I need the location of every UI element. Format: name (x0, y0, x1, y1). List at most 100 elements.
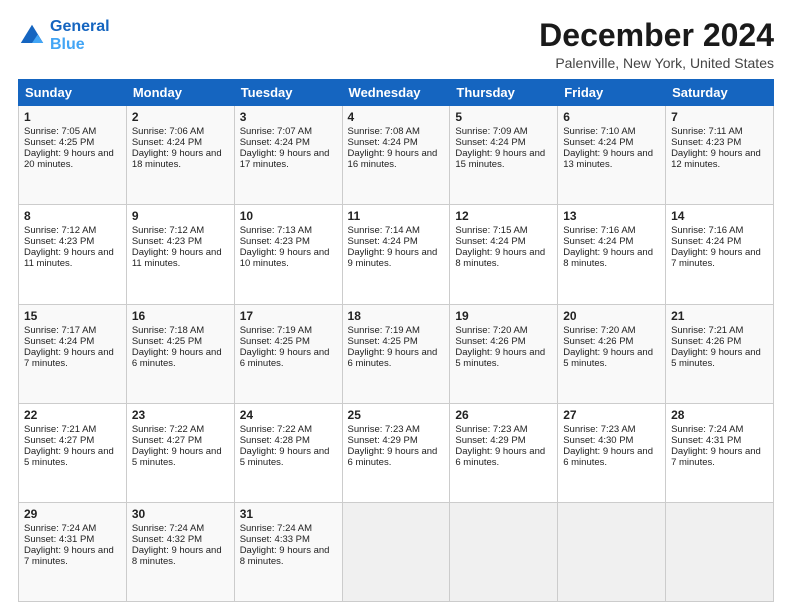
day-number: 5 (455, 110, 552, 124)
table-cell (666, 502, 774, 601)
header-saturday: Saturday (666, 80, 774, 106)
sunset-label: Sunset: 4:24 PM (348, 236, 418, 247)
header-thursday: Thursday (450, 80, 558, 106)
day-number: 9 (132, 209, 229, 223)
sunrise-label: Sunrise: 7:24 AM (132, 523, 204, 534)
table-cell: 19 Sunrise: 7:20 AM Sunset: 4:26 PM Dayl… (450, 304, 558, 403)
sunset-label: Sunset: 4:23 PM (24, 236, 94, 247)
daylight-label: Daylight: 9 hours and 11 minutes. (24, 247, 114, 269)
table-cell: 11 Sunrise: 7:14 AM Sunset: 4:24 PM Dayl… (342, 205, 450, 304)
table-cell: 17 Sunrise: 7:19 AM Sunset: 4:25 PM Dayl… (234, 304, 342, 403)
daylight-label: Daylight: 9 hours and 17 minutes. (240, 148, 330, 170)
day-number: 2 (132, 110, 229, 124)
sunset-label: Sunset: 4:32 PM (132, 534, 202, 545)
table-cell (558, 502, 666, 601)
daylight-label: Daylight: 9 hours and 16 minutes. (348, 148, 438, 170)
daylight-label: Daylight: 9 hours and 8 minutes. (132, 545, 222, 567)
table-cell: 15 Sunrise: 7:17 AM Sunset: 4:24 PM Dayl… (19, 304, 127, 403)
sunset-label: Sunset: 4:24 PM (24, 336, 94, 347)
sunrise-label: Sunrise: 7:24 AM (240, 523, 312, 534)
sunset-label: Sunset: 4:23 PM (132, 236, 202, 247)
table-cell: 7 Sunrise: 7:11 AM Sunset: 4:23 PM Dayli… (666, 106, 774, 205)
daylight-label: Daylight: 9 hours and 11 minutes. (132, 247, 222, 269)
sunset-label: Sunset: 4:24 PM (671, 236, 741, 247)
sunrise-label: Sunrise: 7:19 AM (240, 325, 312, 336)
sunrise-label: Sunrise: 7:16 AM (671, 225, 743, 236)
day-number: 30 (132, 507, 229, 521)
sunset-label: Sunset: 4:24 PM (240, 137, 310, 148)
header: General Blue December 2024 Palenville, N… (18, 18, 774, 71)
sunset-label: Sunset: 4:24 PM (348, 137, 418, 148)
daylight-label: Daylight: 9 hours and 6 minutes. (563, 446, 653, 468)
daylight-label: Daylight: 9 hours and 5 minutes. (132, 446, 222, 468)
sunrise-label: Sunrise: 7:07 AM (240, 126, 312, 137)
daylight-label: Daylight: 9 hours and 12 minutes. (671, 148, 761, 170)
sunrise-label: Sunrise: 7:21 AM (671, 325, 743, 336)
table-cell: 8 Sunrise: 7:12 AM Sunset: 4:23 PM Dayli… (19, 205, 127, 304)
sunset-label: Sunset: 4:24 PM (455, 137, 525, 148)
day-number: 15 (24, 309, 121, 323)
daylight-label: Daylight: 9 hours and 20 minutes. (24, 148, 114, 170)
table-cell: 4 Sunrise: 7:08 AM Sunset: 4:24 PM Dayli… (342, 106, 450, 205)
day-number: 11 (348, 209, 445, 223)
daylight-label: Daylight: 9 hours and 18 minutes. (132, 148, 222, 170)
daylight-label: Daylight: 9 hours and 6 minutes. (132, 347, 222, 369)
sunrise-label: Sunrise: 7:08 AM (348, 126, 420, 137)
calendar-table: Sunday Monday Tuesday Wednesday Thursday… (18, 79, 774, 602)
day-number: 12 (455, 209, 552, 223)
table-cell: 12 Sunrise: 7:15 AM Sunset: 4:24 PM Dayl… (450, 205, 558, 304)
table-cell: 22 Sunrise: 7:21 AM Sunset: 4:27 PM Dayl… (19, 403, 127, 502)
table-cell (450, 502, 558, 601)
day-number: 18 (348, 309, 445, 323)
sunrise-label: Sunrise: 7:23 AM (563, 424, 635, 435)
day-number: 17 (240, 309, 337, 323)
sunrise-label: Sunrise: 7:20 AM (563, 325, 635, 336)
table-cell: 21 Sunrise: 7:21 AM Sunset: 4:26 PM Dayl… (666, 304, 774, 403)
table-cell: 16 Sunrise: 7:18 AM Sunset: 4:25 PM Dayl… (126, 304, 234, 403)
day-number: 1 (24, 110, 121, 124)
table-row: 15 Sunrise: 7:17 AM Sunset: 4:24 PM Dayl… (19, 304, 774, 403)
sunset-label: Sunset: 4:28 PM (240, 435, 310, 446)
sunset-label: Sunset: 4:29 PM (348, 435, 418, 446)
sunrise-label: Sunrise: 7:16 AM (563, 225, 635, 236)
sunrise-label: Sunrise: 7:11 AM (671, 126, 743, 137)
day-number: 31 (240, 507, 337, 521)
daylight-label: Daylight: 9 hours and 7 minutes. (24, 545, 114, 567)
table-row: 1 Sunrise: 7:05 AM Sunset: 4:25 PM Dayli… (19, 106, 774, 205)
daylight-label: Daylight: 9 hours and 5 minutes. (671, 347, 761, 369)
table-cell: 26 Sunrise: 7:23 AM Sunset: 4:29 PM Dayl… (450, 403, 558, 502)
daylight-label: Daylight: 9 hours and 7 minutes. (671, 446, 761, 468)
sunrise-label: Sunrise: 7:13 AM (240, 225, 312, 236)
sunset-label: Sunset: 4:30 PM (563, 435, 633, 446)
daylight-label: Daylight: 9 hours and 7 minutes. (671, 247, 761, 269)
sunset-label: Sunset: 4:24 PM (563, 137, 633, 148)
table-cell: 1 Sunrise: 7:05 AM Sunset: 4:25 PM Dayli… (19, 106, 127, 205)
table-cell: 29 Sunrise: 7:24 AM Sunset: 4:31 PM Dayl… (19, 502, 127, 601)
day-number: 22 (24, 408, 121, 422)
sunset-label: Sunset: 4:31 PM (671, 435, 741, 446)
daylight-label: Daylight: 9 hours and 5 minutes. (455, 347, 545, 369)
sunset-label: Sunset: 4:25 PM (240, 336, 310, 347)
sunrise-label: Sunrise: 7:17 AM (24, 325, 96, 336)
table-cell: 3 Sunrise: 7:07 AM Sunset: 4:24 PM Dayli… (234, 106, 342, 205)
day-number: 4 (348, 110, 445, 124)
sunrise-label: Sunrise: 7:12 AM (24, 225, 96, 236)
sunset-label: Sunset: 4:27 PM (132, 435, 202, 446)
daylight-label: Daylight: 9 hours and 6 minutes. (348, 347, 438, 369)
sunrise-label: Sunrise: 7:18 AM (132, 325, 204, 336)
daylight-label: Daylight: 9 hours and 5 minutes. (563, 347, 653, 369)
sunrise-label: Sunrise: 7:21 AM (24, 424, 96, 435)
sunset-label: Sunset: 4:25 PM (132, 336, 202, 347)
sunset-label: Sunset: 4:31 PM (24, 534, 94, 545)
sunrise-label: Sunrise: 7:10 AM (563, 126, 635, 137)
daylight-label: Daylight: 9 hours and 6 minutes. (455, 446, 545, 468)
day-number: 16 (132, 309, 229, 323)
table-cell: 24 Sunrise: 7:22 AM Sunset: 4:28 PM Dayl… (234, 403, 342, 502)
sunrise-label: Sunrise: 7:24 AM (24, 523, 96, 534)
day-number: 27 (563, 408, 660, 422)
day-number: 28 (671, 408, 768, 422)
daylight-label: Daylight: 9 hours and 8 minutes. (455, 247, 545, 269)
table-row: 29 Sunrise: 7:24 AM Sunset: 4:31 PM Dayl… (19, 502, 774, 601)
header-tuesday: Tuesday (234, 80, 342, 106)
sunrise-label: Sunrise: 7:12 AM (132, 225, 204, 236)
